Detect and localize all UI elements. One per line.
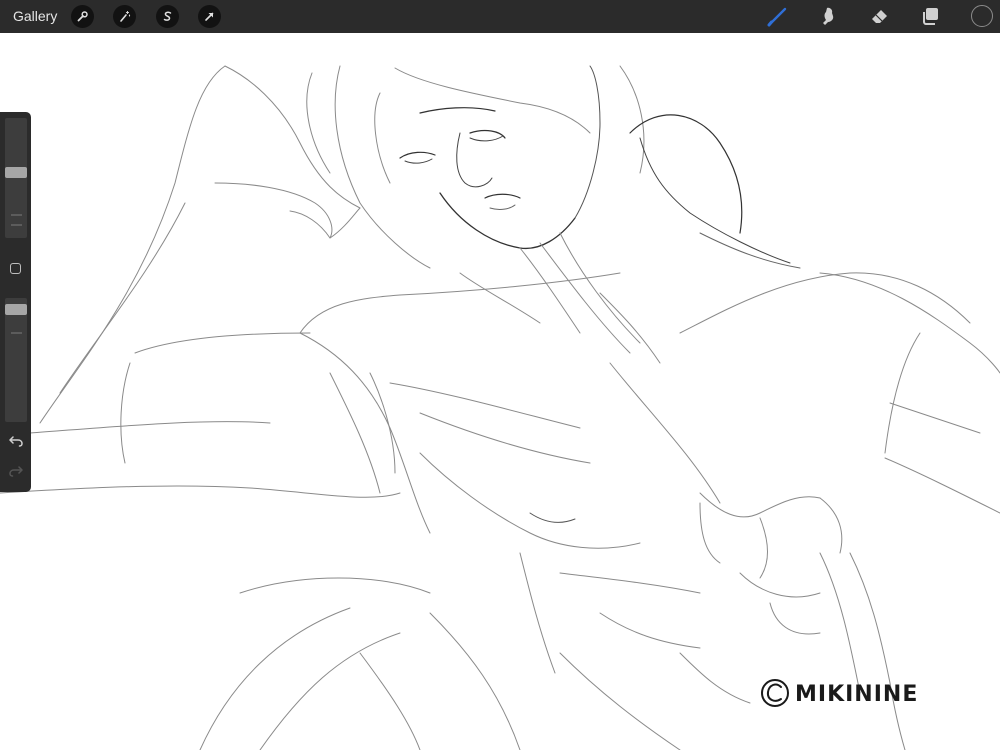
eraser-button[interactable] — [869, 5, 891, 27]
smudge-icon — [823, 7, 834, 25]
selection-button[interactable] — [156, 5, 179, 28]
slider-tick — [11, 224, 22, 226]
brush-size-slider[interactable] — [5, 118, 27, 238]
brush-button[interactable] — [767, 5, 789, 27]
wrench-icon — [77, 11, 88, 22]
opacity-slider[interactable] — [5, 298, 27, 422]
sketch-lines — [0, 65, 1000, 750]
undo-button[interactable] — [7, 432, 25, 450]
brush-icon — [767, 7, 787, 27]
selection-icon — [163, 11, 172, 21]
smudge-button[interactable] — [818, 5, 840, 27]
color-picker-button[interactable] — [971, 5, 993, 27]
slider-tick — [11, 332, 22, 334]
undo-icon — [9, 436, 23, 447]
adjustments-button[interactable] — [113, 5, 136, 28]
modify-square-icon[interactable] — [10, 263, 21, 274]
drawing-canvas[interactable]: MIKININE — [0, 33, 1000, 750]
transform-arrow-icon — [205, 12, 214, 21]
gallery-button[interactable]: Gallery — [13, 8, 57, 24]
actions-wrench-button[interactable] — [71, 5, 94, 28]
layers-icon — [923, 8, 938, 25]
slider-tick — [11, 214, 22, 216]
brush-size-thumb[interactable] — [5, 167, 27, 178]
eraser-icon — [872, 10, 887, 23]
watermark: MIKININE — [761, 679, 918, 707]
magic-wand-icon — [120, 10, 131, 22]
watermark-text: MIKININE — [795, 682, 918, 707]
layers-button[interactable] — [920, 5, 942, 27]
transform-button[interactable] — [198, 5, 221, 28]
top-toolbar: Gallery — [0, 0, 1000, 33]
redo-icon — [9, 466, 23, 477]
redo-button[interactable] — [7, 462, 25, 480]
opacity-thumb[interactable] — [5, 304, 27, 315]
left-sidebar — [0, 112, 31, 492]
